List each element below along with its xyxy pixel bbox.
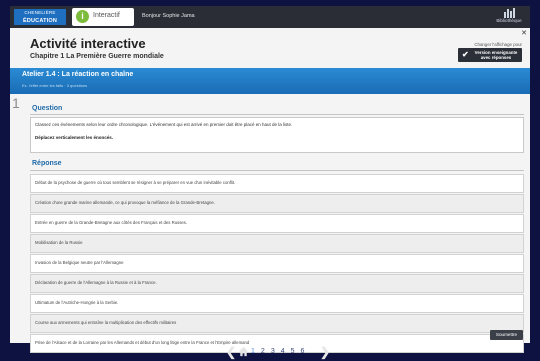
answer-item[interactable]: Création d'une grande marine allemande, … bbox=[30, 194, 524, 213]
answer-item[interactable]: Entrée en guerre de la Grande-Bretagne a… bbox=[30, 214, 524, 233]
check-icon: ✔ bbox=[462, 50, 469, 59]
logo-line-1: CHENELIÈRE bbox=[24, 10, 56, 15]
close-icon[interactable]: ✕ bbox=[521, 29, 527, 37]
answer-item-text: Mobilisation de la Russie bbox=[35, 240, 83, 245]
question-divider bbox=[30, 114, 524, 115]
answer-item-text: Déclaration de guerre de l'Allemagne à l… bbox=[35, 280, 157, 285]
answer-item-text: Ultimatum de l'Autriche-Hongrie à la Ser… bbox=[35, 300, 119, 305]
previous-page-icon[interactable]: ❮ bbox=[226, 345, 236, 359]
answer-item-text: Début de la psychose de guerre où tous s… bbox=[35, 180, 236, 185]
interactif-logo[interactable]: i Interactif bbox=[72, 8, 134, 26]
workshop-title: Atelier 1.4 : La réaction en chaîne bbox=[22, 71, 134, 78]
submit-button[interactable]: Soumettre bbox=[490, 330, 523, 340]
page-number[interactable]: 3 bbox=[271, 348, 275, 355]
answer-item[interactable]: Mobilisation de la Russie bbox=[30, 234, 524, 253]
question-instruction: Classez ces événements selon leur ordre … bbox=[35, 122, 293, 127]
question-number: 1 bbox=[12, 95, 20, 111]
library-label: Bibliothèque bbox=[496, 18, 522, 23]
page-number[interactable]: 6 bbox=[301, 348, 305, 355]
teacher-version-button[interactable]: ✔ Version enseignante avec réponses bbox=[458, 48, 522, 62]
answer-heading: Réponse bbox=[32, 160, 62, 167]
answer-item[interactable]: Invasion de la Belgique neutre par l'All… bbox=[30, 254, 524, 273]
answer-item[interactable]: Déclaration de guerre de l'Allemagne à l… bbox=[30, 274, 524, 293]
activity-panel: ✕ Activité interactive Chapitre 1 La Pre… bbox=[10, 28, 530, 353]
answer-item[interactable]: Ultimatum de l'Autriche-Hongrie à la Ser… bbox=[30, 294, 524, 313]
page-numbers: 1 2 3 4 5 6 bbox=[251, 348, 304, 355]
page-title: Activité interactive bbox=[30, 36, 146, 51]
answer-item-text: Course aux armements qui entraîne la mul… bbox=[35, 320, 177, 325]
answer-item[interactable]: Début de la psychose de guerre où tous s… bbox=[30, 174, 524, 193]
answer-item-text: Prise de l'Alsace et de la Lorraine par … bbox=[35, 340, 250, 345]
page-navigation: ❮ 1 2 3 4 5 6 ❯ bbox=[226, 345, 336, 360]
answer-divider bbox=[30, 170, 524, 171]
page-number[interactable]: 2 bbox=[261, 348, 265, 355]
logo-line-2: ÉDUCATION bbox=[22, 18, 58, 24]
user-greeting: Bonjour Sophie Jama bbox=[142, 13, 195, 19]
answer-item-text: Invasion de la Belgique neutre par l'All… bbox=[35, 260, 124, 265]
interactif-label: Interactif bbox=[93, 12, 120, 19]
answer-item-text: Entrée en guerre de la Grande-Bretagne a… bbox=[35, 220, 188, 225]
teacher-button-line-2: avec réponses bbox=[480, 55, 512, 60]
interactif-icon: i bbox=[76, 10, 89, 23]
answer-item-text: Création d'une grande marine allemande, … bbox=[35, 200, 215, 205]
library-button[interactable]: Bibliothèque bbox=[494, 8, 524, 26]
books-icon bbox=[494, 8, 524, 18]
question-box: Classez ces événements selon leur ordre … bbox=[30, 117, 524, 153]
page-number[interactable]: 4 bbox=[281, 348, 285, 355]
answer-list: Début de la psychose de guerre où tous s… bbox=[30, 174, 524, 354]
workshop-subtitle: Ex. l'effet entre les faits · 3 question… bbox=[22, 83, 88, 88]
top-bar: CHENELIÈRE ÉDUCATION i Interactif Bonjou… bbox=[10, 6, 530, 28]
answer-item[interactable]: Course aux armements qui entraîne la mul… bbox=[30, 314, 524, 333]
page-number-current[interactable]: 1 bbox=[251, 348, 255, 355]
display-mode-caption: Changer l'affichage pour bbox=[474, 42, 522, 47]
chapter-subtitle: Chapitre 1 La Première Guerre mondiale bbox=[30, 53, 164, 60]
next-page-icon[interactable]: ❯ bbox=[320, 345, 330, 359]
page-number[interactable]: 5 bbox=[291, 348, 295, 355]
question-directive: Déplacez verticalement les énoncés. bbox=[35, 135, 114, 140]
workshop-banner: Atelier 1.4 : La réaction en chaîne Ex. … bbox=[10, 68, 530, 94]
home-icon[interactable] bbox=[238, 346, 249, 357]
cheneliere-logo[interactable]: CHENELIÈRE ÉDUCATION bbox=[14, 9, 66, 25]
question-heading: Question bbox=[32, 105, 63, 112]
